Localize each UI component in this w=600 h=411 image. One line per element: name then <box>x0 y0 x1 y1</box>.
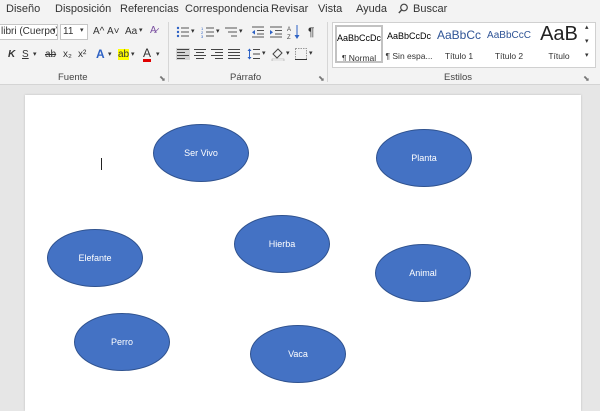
gallery-more-icon[interactable]: ▾ <box>585 51 589 59</box>
tab-help[interactable]: Ayuda <box>356 3 387 15</box>
paragraph-group-label: Párrafo <box>230 72 262 83</box>
highlight-button[interactable]: ab <box>118 49 130 60</box>
shape-animal[interactable]: Animal <box>375 244 471 302</box>
shape-label: Animal <box>409 268 437 278</box>
shape-label: Planta <box>411 153 437 163</box>
superscript-button[interactable]: x² <box>78 49 86 60</box>
shape-perro[interactable]: Perro <box>74 313 170 371</box>
change-case-button[interactable]: Aa <box>125 26 137 37</box>
underline-dropdown-icon[interactable]: ▾ <box>33 50 37 58</box>
text-cursor <box>101 158 102 170</box>
shape-label: Vaca <box>288 349 308 359</box>
borders-icon[interactable] <box>295 48 307 60</box>
shape-label: Ser Vivo <box>184 148 218 158</box>
tab-layout[interactable]: Disposición <box>55 3 111 15</box>
gallery-scroll-down-icon[interactable]: ▾ <box>585 37 589 45</box>
shading-icon[interactable] <box>271 47 285 61</box>
ribbon: libri (Cuerpo) ▾ 11 ▾ A^ A˅ Aa ▾ A̷ K S … <box>0 18 600 85</box>
highlight-dropdown-icon[interactable]: ▾ <box>131 50 135 58</box>
shape-label: Hierba <box>268 239 296 249</box>
shape-label: Perro <box>110 337 133 347</box>
multilevel-dropdown-icon[interactable]: ▾ <box>239 27 243 35</box>
search-icon[interactable] <box>398 3 409 17</box>
style-heading-1[interactable]: AaBbCc Título 1 <box>435 25 483 63</box>
styles-gallery: AaBbCcDc ¶ Normal AaBbCcDc ¶ Sin espa...… <box>332 22 596 68</box>
increase-indent-icon[interactable] <box>269 26 283 38</box>
shading-dropdown-icon[interactable]: ▾ <box>286 49 290 57</box>
tab-view[interactable]: Vista <box>318 3 342 15</box>
shape-vaca[interactable]: Vaca <box>250 325 346 383</box>
font-dialog-launcher-icon[interactable]: ⬊ <box>159 74 166 83</box>
svg-text:A: A <box>287 27 291 33</box>
svg-text:3: 3 <box>201 34 204 38</box>
styles-dialog-launcher-icon[interactable]: ⬊ <box>583 74 590 83</box>
line-spacing-dropdown-icon[interactable]: ▾ <box>262 49 266 57</box>
sort-icon[interactable]: AZ <box>287 24 301 40</box>
underline-button[interactable]: S <box>22 49 29 60</box>
shape-planta[interactable]: Planta <box>376 129 472 187</box>
style-title[interactable]: AaB Título <box>535 25 583 63</box>
style-heading-2[interactable]: AaBbCcC Título 2 <box>485 25 533 63</box>
shape-label: Elefante <box>78 253 112 263</box>
change-case-dropdown-icon[interactable]: ▾ <box>139 26 143 34</box>
tab-review[interactable]: Revisar <box>271 3 308 15</box>
decrease-indent-icon[interactable] <box>251 26 265 38</box>
style-normal[interactable]: AaBbCcDc ¶ Normal <box>335 25 383 63</box>
multilevel-list-icon[interactable] <box>224 26 238 38</box>
subscript-button[interactable]: x₂ <box>63 49 72 60</box>
numbering-dropdown-icon[interactable]: ▾ <box>216 27 220 35</box>
styles-group-label: Estilos <box>444 72 472 83</box>
numbering-icon[interactable]: 123 <box>201 26 215 38</box>
font-name-box[interactable]: libri (Cuerpo) <box>0 24 58 40</box>
style-no-spacing[interactable]: AaBbCcDc ¶ Sin espa... <box>385 25 433 63</box>
font-name-dropdown-icon[interactable]: ▾ <box>52 26 56 34</box>
strikethrough-button[interactable]: ab <box>45 49 56 60</box>
align-center-icon[interactable] <box>193 48 207 60</box>
justify-icon[interactable] <box>227 48 241 60</box>
align-right-icon[interactable] <box>210 48 224 60</box>
tab-design[interactable]: Diseño <box>6 3 40 15</box>
font-color-button[interactable]: A <box>143 47 152 62</box>
ribbon-tab-bar: Diseño Disposición Referencias Correspon… <box>0 0 600 18</box>
paragraph-dialog-launcher-icon[interactable]: ⬊ <box>318 74 325 83</box>
font-color-dropdown-icon[interactable]: ▾ <box>156 50 160 58</box>
line-spacing-icon[interactable] <box>247 48 261 60</box>
shape-elefante[interactable]: Elefante <box>47 229 143 287</box>
search-label[interactable]: Buscar <box>413 3 447 15</box>
text-effects-button[interactable]: A <box>96 47 105 61</box>
bullets-dropdown-icon[interactable]: ▾ <box>191 27 195 35</box>
shape-hierba[interactable]: Hierba <box>234 215 330 273</box>
grow-font-button[interactable]: A^ <box>93 26 104 37</box>
clear-format-icon[interactable]: A̷ <box>150 25 157 36</box>
svg-text:Z: Z <box>287 35 291 40</box>
bullets-icon[interactable] <box>176 26 190 38</box>
gallery-scroll-up-icon[interactable]: ▴ <box>585 23 589 31</box>
shape-ser-vivo[interactable]: Ser Vivo <box>153 124 249 182</box>
italic-button[interactable]: K <box>8 49 15 60</box>
group-divider <box>327 22 328 82</box>
tab-mailings[interactable]: Correspondencia <box>185 3 269 15</box>
font-size-dropdown-icon[interactable]: ▾ <box>80 26 84 34</box>
borders-dropdown-icon[interactable]: ▾ <box>309 49 313 57</box>
shrink-font-button[interactable]: A˅ <box>107 26 120 37</box>
show-formatting-button[interactable]: ¶ <box>308 25 314 39</box>
text-effects-dropdown-icon[interactable]: ▾ <box>108 50 112 58</box>
tab-references[interactable]: Referencias <box>120 3 179 15</box>
font-group-label: Fuente <box>58 72 88 83</box>
group-divider <box>168 22 169 82</box>
align-left-icon[interactable] <box>176 48 190 60</box>
